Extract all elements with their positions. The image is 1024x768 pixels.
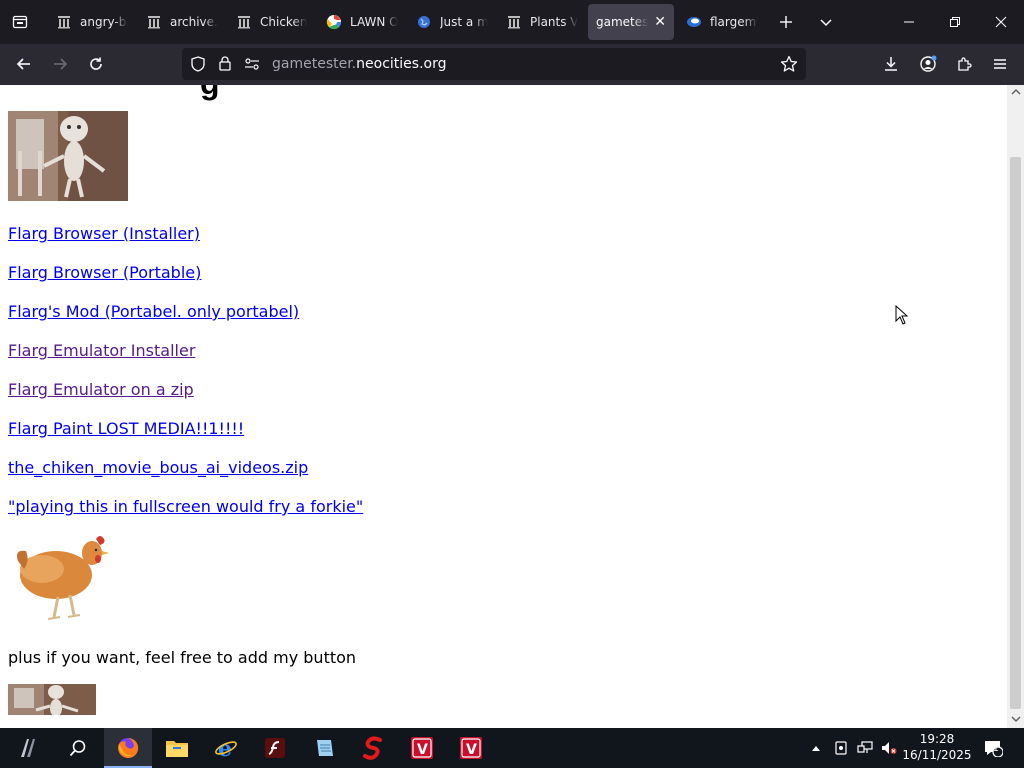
link-flarg-browser-installer[interactable]: Flarg Browser (Installer) — [8, 224, 200, 243]
bookmark-star-icon[interactable] — [780, 55, 798, 77]
page-content: g Flarg Browser (Installer) Flarg Browse… — [0, 85, 1007, 728]
red-app-icon-2[interactable]: V — [447, 728, 495, 768]
vertical-scrollbar[interactable] — [1007, 85, 1024, 728]
file-explorer-icon[interactable] — [153, 728, 201, 768]
link-fullscreen-forkie[interactable]: "playing this in fullscreen would fry a … — [8, 497, 363, 516]
url-host-prefix: gametester. — [272, 56, 357, 72]
forward-arrow-icon[interactable] — [44, 48, 76, 80]
flash-icon[interactable] — [251, 728, 299, 768]
lock-icon[interactable] — [218, 55, 232, 75]
mouse-cursor-icon — [895, 304, 909, 329]
url-bar[interactable]: gametester.neocities.org — [182, 48, 806, 80]
list-all-tabs-chevron-down-icon[interactable] — [810, 6, 842, 38]
chicken-image — [12, 531, 110, 623]
tab-strip: angry-bi archive.o Chicken LAWN O Just a… — [0, 0, 1024, 44]
tab-chicken[interactable]: Chicken — [228, 4, 316, 40]
svg-text:V: V — [466, 742, 477, 758]
start-icon[interactable] — [4, 728, 52, 768]
url-host-main: neocities.org — [356, 56, 447, 72]
tracking-protection-shield-icon[interactable] — [190, 56, 206, 76]
tab-plants-vs[interactable]: Plants VS — [498, 4, 586, 40]
system-clock[interactable]: 19:28 16/11/2025 — [902, 731, 972, 763]
tab-title: angry-bi — [80, 15, 128, 29]
clock-date: 16/11/2025 — [902, 748, 972, 762]
svg-text:e: e — [218, 736, 232, 760]
globe-icon — [416, 14, 432, 30]
link-flarg-browser-portable[interactable]: Flarg Browser (Portable) — [8, 263, 201, 282]
scroll-down-arrow-icon[interactable] — [1007, 712, 1024, 726]
tab-title: archive.o — [170, 15, 218, 29]
windows-taskbar: e V V 19:28 16/11/2025 1 — [0, 728, 1024, 768]
network-icon[interactable] — [854, 728, 876, 768]
minimize-icon[interactable] — [886, 0, 932, 44]
tab-title: flargemu — [710, 15, 758, 29]
back-arrow-icon[interactable] — [8, 48, 40, 80]
clock-time: 19:28 — [919, 732, 955, 746]
close-tab-icon[interactable]: ✕ — [654, 14, 666, 30]
link-flarg-emulator-installer[interactable]: Flarg Emulator Installer — [8, 341, 195, 360]
scroll-thumb[interactable] — [1010, 157, 1021, 709]
archive-icon — [506, 14, 522, 30]
firefox-icon[interactable] — [104, 728, 152, 768]
link-flarg-emulator-zip[interactable]: Flarg Emulator on a zip — [8, 380, 194, 399]
tab-gametester[interactable]: gameteste ✕ — [588, 4, 674, 40]
extensions-icon[interactable] — [948, 48, 980, 80]
new-tab-icon[interactable] — [770, 6, 802, 38]
page-heading-fragment: g — [200, 85, 220, 102]
link-flarg-paint-lost-media[interactable]: Flarg Paint LOST MEDIA!!1!!!! — [8, 419, 244, 438]
search-icon[interactable] — [54, 728, 102, 768]
flarg-icon — [686, 14, 702, 30]
creature-image — [8, 111, 128, 201]
show-hidden-icons-chevron-up-icon[interactable] — [806, 728, 826, 768]
scroll-up-arrow-icon[interactable] — [1007, 85, 1024, 99]
hamburger-menu-icon[interactable] — [984, 48, 1016, 80]
tab-archive[interactable]: archive.o — [138, 4, 226, 40]
tray-app-icon[interactable] — [830, 728, 852, 768]
red-app-icon[interactable]: V — [398, 728, 446, 768]
account-icon[interactable] — [912, 48, 944, 80]
notification-center-icon[interactable]: 1 — [980, 728, 1006, 768]
notification-count: 1 — [993, 744, 999, 754]
reload-icon[interactable] — [80, 48, 112, 80]
tab-title: Just a mo — [440, 15, 488, 29]
permissions-icon[interactable] — [244, 56, 260, 76]
navigation-toolbar: gametester.neocities.org — [0, 44, 1024, 85]
tab-title: Chicken — [260, 15, 308, 29]
svg-text:V: V — [417, 742, 428, 758]
firefox-view-icon[interactable] — [4, 6, 36, 38]
tab-just-a-moment[interactable]: Just a mo — [408, 4, 496, 40]
archive-icon — [236, 14, 252, 30]
restore-icon[interactable] — [932, 0, 978, 44]
url-text: gametester.neocities.org — [272, 56, 446, 72]
link-flargs-mod[interactable]: Flarg's Mod (Portabel. only portabel) — [8, 302, 299, 321]
tab-lawn[interactable]: LAWN O — [318, 4, 406, 40]
add-button-text: plus if you want, feel free to add my bu… — [8, 648, 357, 667]
tab-title: LAWN O — [350, 15, 398, 29]
archive-icon — [56, 14, 72, 30]
google-icon — [326, 14, 342, 30]
downloads-icon[interactable] — [875, 48, 907, 80]
notepad-icon[interactable] — [300, 728, 348, 768]
tab-title: gameteste — [596, 15, 649, 29]
volume-muted-icon[interactable] — [878, 728, 900, 768]
tab-flargemu[interactable]: flargemu — [678, 4, 766, 40]
internet-explorer-icon[interactable]: e — [202, 728, 250, 768]
tab-angry-birds[interactable]: angry-bi — [48, 4, 136, 40]
site-button-image[interactable] — [8, 684, 96, 715]
link-chiken-movie-zip[interactable]: the_chiken_movie_bous_ai_videos.zip — [8, 458, 308, 477]
archive-icon — [146, 14, 162, 30]
tab-title: Plants VS — [530, 15, 578, 29]
red-s-icon[interactable] — [349, 728, 397, 768]
close-window-icon[interactable] — [978, 0, 1024, 44]
